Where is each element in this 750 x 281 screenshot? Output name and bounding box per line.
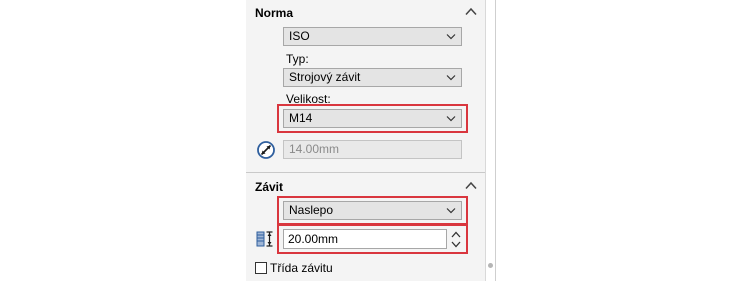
- diameter-value: 14.00mm: [289, 142, 340, 156]
- chevron-down-icon: [446, 34, 456, 40]
- chevron-down-icon: [446, 75, 456, 81]
- depth-highlight-frame: [277, 224, 468, 254]
- size-highlight-frame: [277, 104, 468, 133]
- panel-scrollbar[interactable]: [485, 0, 496, 281]
- type-select-value: Strojový závit: [289, 70, 361, 84]
- type-select[interactable]: Strojový závit: [283, 68, 462, 87]
- depth-icon: [256, 231, 273, 247]
- zavit-section-title: Závit: [255, 180, 284, 194]
- section-divider: [246, 172, 485, 173]
- chevron-up-icon[interactable]: [465, 7, 477, 16]
- thread-class-label: Třída závitu: [270, 261, 333, 275]
- standard-select[interactable]: ISO: [283, 27, 462, 46]
- type-label: Typ:: [286, 52, 309, 66]
- diameter-icon: [257, 141, 275, 159]
- diameter-readonly-field: 14.00mm: [283, 140, 462, 159]
- norma-section-header[interactable]: Norma: [246, 2, 485, 24]
- scroll-grip-icon[interactable]: [488, 263, 493, 268]
- chevron-up-icon[interactable]: [465, 181, 477, 190]
- norma-section-title: Norma: [255, 6, 294, 20]
- thread-class-checkbox[interactable]: [255, 262, 267, 274]
- standard-select-value: ISO: [289, 29, 310, 43]
- zavit-section-header[interactable]: Závit: [246, 176, 485, 198]
- end-condition-highlight-frame: [277, 196, 468, 225]
